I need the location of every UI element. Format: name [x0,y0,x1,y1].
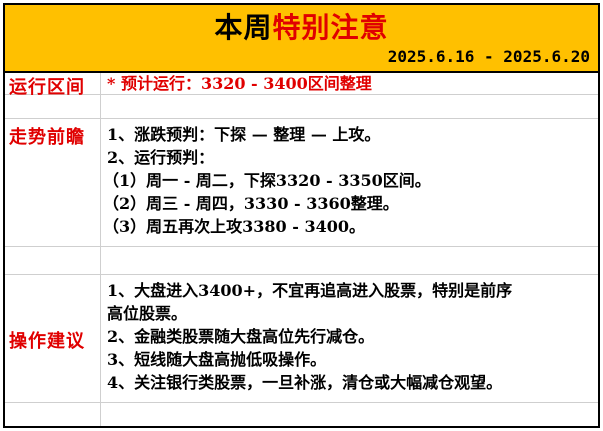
advice-line: 3、短线随大盘高抛低吸操作。 [107,350,327,369]
row-outlook: 走势前瞻 1、涨跌预判：下探 — 整理 — 上攻。 2、运行预判： （1）周一 … [5,119,598,247]
advice-line: 4、关注银行类股票，一旦补涨，清仓或大幅减仓观望。 [107,373,503,392]
header-banner: 本周特别注意 2025.6.16 - 2025.6.20 [3,3,600,73]
outlook-line: 2、运行预判： [107,148,215,167]
row-spacer-2 [5,247,598,275]
label-advice: 操作建议 [9,331,85,352]
row-advice: 操作建议 1、大盘进入3400+，不宜再追高进入股票，特别是前序 高位股票。 2… [5,275,598,403]
label-outlook: 走势前瞻 [9,127,85,148]
title-highlight: 特别注意 [272,11,389,44]
notice-sheet: 本周特别注意 2025.6.16 - 2025.6.20 运行区间 * 预计运行… [0,0,603,431]
label-cell-empty-2 [5,247,101,274]
outlook-line: 1、涨跌预判：下探 — 整理 — 上攻。 [107,125,381,144]
advice-line: 1、大盘进入3400+，不宜再追高进入股票，特别是前序 [107,281,513,300]
content-table: 运行区间 * 预计运行：3320 - 3400区间整理 走势前瞻 1、涨跌预判：… [3,73,600,428]
outlook-content: 1、涨跌预判：下探 — 整理 — 上攻。 2、运行预判： （1）周一 - 周二，… [103,123,431,238]
label-cell-outlook: 走势前瞻 [5,119,101,246]
label-cell-advice: 操作建议 [5,275,101,402]
advice-line: 高位股票。 [107,304,188,323]
title-normal: 本周 [214,11,273,44]
row-spacer-3 [5,403,598,426]
label-cell-empty-1 [5,95,101,118]
row-range: 运行区间 * 预计运行：3320 - 3400区间整理 [5,73,598,98]
label-cell-range: 运行区间 [5,73,101,98]
advice-line: 2、金融类股票随大盘高位先行减仓。 [107,327,375,346]
outlook-line: （3）周五再次上攻3380 - 3400。 [103,217,365,236]
label-cell-empty-3 [5,403,101,426]
row-spacer-1 [5,95,598,119]
advice-content: 1、大盘进入3400+，不宜再追高进入股票，特别是前序 高位股票。 2、金融类股… [107,279,512,394]
date-range: 2025.6.16 - 2025.6.20 [387,47,590,66]
page-title: 本周特别注意 [5,11,598,45]
outlook-line: （2）周三 - 周四，3330 - 3360整理。 [103,194,399,213]
outlook-line: （1）周一 - 周二，下探3320 - 3350区间。 [103,171,431,190]
range-text: * 预计运行：3320 - 3400区间整理 [107,74,372,93]
